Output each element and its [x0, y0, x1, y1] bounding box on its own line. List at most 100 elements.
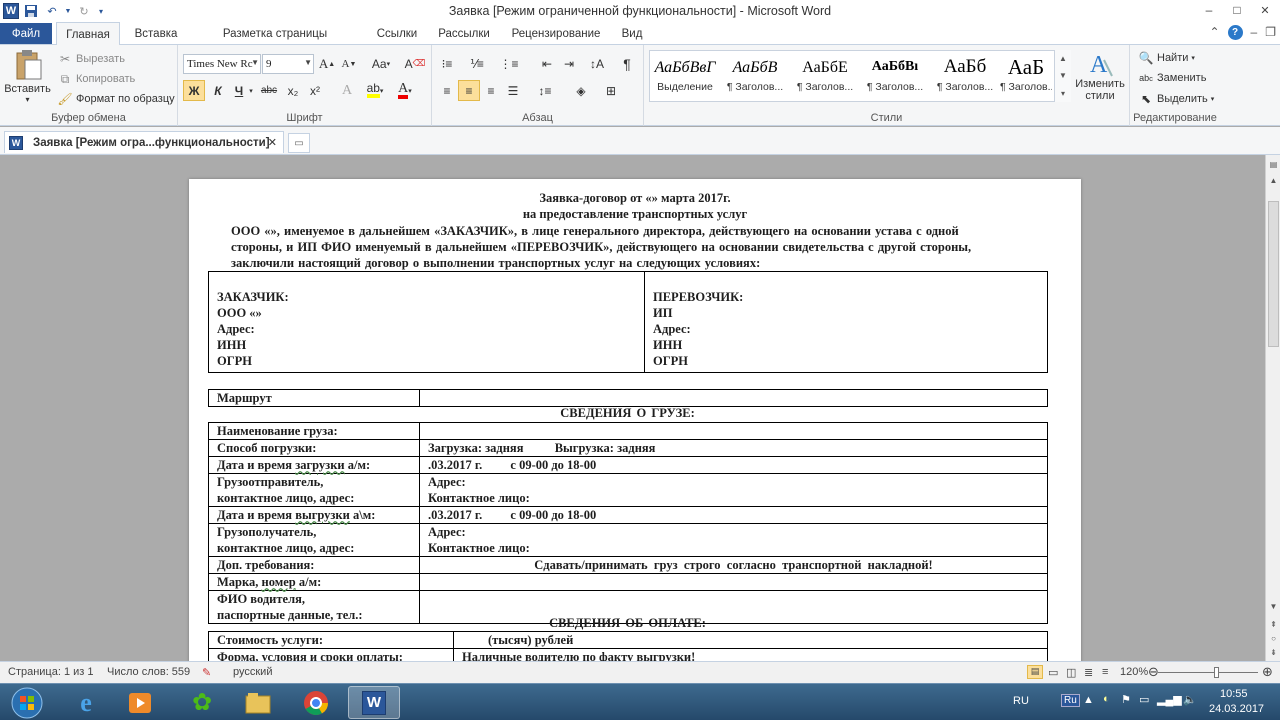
language[interactable]: русский [233, 666, 272, 678]
input-language[interactable]: RU [1013, 695, 1029, 707]
web-layout-icon[interactable]: ◫ [1066, 666, 1076, 679]
document-page[interactable]: Заявка-договор от «» марта 2017г. на пре… [189, 179, 1081, 661]
close-tab-icon[interactable]: ✕ [268, 136, 277, 149]
italic-button[interactable]: К [207, 80, 229, 101]
internet-explorer-icon[interactable]: e [60, 686, 112, 719]
zoom-slider[interactable] [1158, 672, 1258, 673]
grow-font-button[interactable]: A ▲ [316, 53, 338, 74]
prev-page-icon[interactable]: ⇞ [1266, 617, 1280, 631]
icq-icon[interactable]: ✿ [176, 686, 228, 719]
bold-button[interactable]: Ж [183, 80, 205, 101]
text-effects-icon[interactable]: A [336, 80, 358, 101]
decrease-indent-icon[interactable]: ⇤ [536, 53, 558, 74]
action-center-icon[interactable]: ⚑ [1121, 693, 1131, 706]
style-heading[interactable]: АаБбВı ¶ Заголов... [860, 51, 930, 101]
print-layout-icon[interactable]: ▤ [1027, 665, 1043, 679]
clear-format-icon[interactable]: A ⌫ [404, 53, 426, 74]
bullets-icon[interactable]: ⁝≡ [436, 53, 458, 74]
save-icon[interactable] [22, 2, 40, 20]
doc-restore-icon[interactable]: ❐ [1265, 25, 1276, 40]
font-size-select[interactable]: 9 ▼ [262, 54, 314, 74]
style-heading[interactable]: АаБбЕ ¶ Заголов... [790, 51, 860, 101]
line-spacing-icon[interactable]: ↕≡ [534, 80, 556, 101]
full-screen-icon[interactable]: ▭ [1048, 666, 1058, 679]
display-icon[interactable]: ▭ [1139, 693, 1149, 706]
redo-icon[interactable]: ↻ [75, 2, 93, 20]
word-app-icon[interactable]: W [3, 3, 19, 19]
explorer-icon[interactable] [232, 686, 284, 719]
chrome-icon[interactable] [290, 686, 342, 719]
scroll-down-icon[interactable]: ▼ [1266, 599, 1280, 613]
tab-mailings[interactable]: Рассылки [430, 22, 498, 45]
tab-home[interactable]: Главная [56, 22, 120, 46]
clock-time[interactable]: 10:55 [1220, 688, 1248, 700]
highlight-icon[interactable]: ab ▾ [364, 80, 386, 101]
show-marks-icon[interactable]: ¶ [616, 53, 638, 74]
scroll-up-icon[interactable]: ▲ [1266, 173, 1280, 187]
draft-icon[interactable]: ≡ [1102, 666, 1108, 678]
minimize-button[interactable]: – [1195, 0, 1223, 20]
keyboard-layout-icon[interactable]: Ru [1061, 694, 1080, 707]
media-player-icon[interactable] [114, 686, 166, 719]
tab-file[interactable]: Файл [0, 23, 52, 44]
subscript-button[interactable]: x₂ [282, 80, 304, 101]
scroll-thumb[interactable] [1268, 201, 1279, 347]
tab-references[interactable]: Ссылки [366, 22, 428, 45]
volume-icon[interactable]: 🔈 [1183, 693, 1197, 706]
start-button[interactable] [2, 686, 52, 719]
select-button[interactable]: ⬉ Выделить ▾ [1138, 91, 1214, 107]
minimize-ribbon-icon[interactable]: ⌃ [1209, 25, 1219, 40]
tab-view[interactable]: Вид [612, 22, 652, 45]
zoom-slider-knob[interactable] [1214, 667, 1219, 678]
new-tab-icon[interactable]: ▭ [288, 133, 310, 153]
document-tab[interactable]: W Заявка [Режим огра...функциональности]… [4, 131, 284, 153]
justify-icon[interactable]: ☰ [502, 80, 524, 101]
font-color-icon[interactable]: A ▾ [394, 80, 416, 101]
tray-app-icon[interactable]: ◐ [1103, 693, 1110, 705]
page-count[interactable]: Страница: 1 из 1 [8, 666, 94, 678]
shrink-font-button[interactable]: A ▼ [338, 53, 360, 74]
tab-page-layout[interactable]: Разметка страницы [190, 22, 360, 45]
network-icon[interactable]: ▂▄▆ [1157, 693, 1182, 706]
ruler-toggle-icon[interactable]: ▤ [1266, 157, 1280, 171]
change-case-button[interactable]: Aa ▾ [366, 53, 396, 74]
style-emphasis[interactable]: АаБбВвГ Выделение [650, 51, 720, 101]
borders-icon[interactable]: ⊞ [600, 80, 622, 101]
align-left-icon[interactable]: ≡ [436, 80, 458, 101]
style-heading[interactable]: АаБбВ ¶ Заголов... [720, 51, 790, 101]
paste-button[interactable]: Вставить ▾ [4, 49, 51, 109]
find-button[interactable]: 🔍 Найти ▾ [1138, 50, 1195, 66]
word-count[interactable]: Число слов: 559 [107, 666, 190, 678]
change-styles-button[interactable]: A Изменить стили [1074, 50, 1126, 102]
increase-indent-icon[interactable]: ⇥ [558, 53, 580, 74]
tab-review[interactable]: Рецензирование [504, 22, 608, 45]
browse-object-icon[interactable]: ○ [1266, 631, 1280, 645]
next-page-icon[interactable]: ⇟ [1266, 645, 1280, 659]
replace-button[interactable]: ab c Заменить [1138, 70, 1206, 86]
route-value[interactable] [419, 389, 1048, 407]
undo-icon[interactable]: ↶ [43, 2, 61, 20]
sort-icon[interactable]: ↕A [586, 53, 608, 74]
clock-date[interactable]: 24.03.2017 [1209, 703, 1264, 715]
strikethrough-button[interactable]: abc [258, 80, 280, 101]
styles-scroll[interactable]: ▲ ▼ ▾ [1054, 50, 1071, 102]
zoom-level[interactable]: 120% [1120, 666, 1148, 678]
underline-dropdown-icon[interactable]: ▾ [246, 80, 256, 101]
vertical-scrollbar[interactable]: ▤ ▲ ▼ ⇞ ○ ⇟ [1265, 155, 1280, 661]
outline-icon[interactable]: ≣ [1084, 666, 1093, 679]
maximize-button[interactable]: □ [1223, 0, 1251, 20]
align-right-icon[interactable]: ≡ [480, 80, 502, 101]
help-icon[interactable]: ? [1227, 25, 1243, 40]
cut-button[interactable]: ✂ Вырезать [57, 51, 125, 67]
align-center-icon[interactable]: ≡ [458, 80, 480, 101]
font-family-select[interactable]: Times New Rc ▼ [183, 54, 261, 74]
close-button[interactable]: ✕ [1251, 0, 1279, 20]
proofing-icon[interactable]: ✎ [202, 666, 211, 679]
multilevel-list-icon[interactable]: ⋮≡ [498, 53, 520, 74]
copy-button[interactable]: ⧉ Копировать [57, 71, 136, 87]
superscript-button[interactable]: x² [304, 80, 326, 101]
undo-dropdown-icon[interactable]: ▼ [64, 2, 72, 20]
tray-expand-icon[interactable]: ▲ [1083, 694, 1094, 706]
shading-icon[interactable]: ◈ [570, 80, 592, 101]
tab-insert[interactable]: Вставка [126, 22, 186, 45]
